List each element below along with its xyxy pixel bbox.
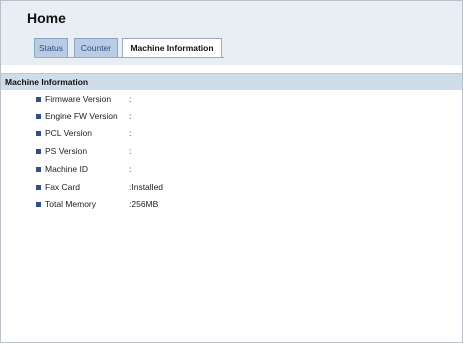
info-label: Total Memory [45, 199, 97, 209]
tab-machine-information[interactable]: Machine Information [122, 38, 222, 58]
info-value: :256MB [129, 199, 159, 209]
info-row-engine-fw-version: Engine FW Version : [36, 110, 336, 126]
tab-status[interactable]: Status [34, 38, 68, 57]
page-title: Home [27, 10, 66, 26]
info-label: Machine ID [45, 164, 88, 174]
square-bullet-icon [36, 202, 41, 207]
square-bullet-icon [36, 114, 41, 119]
page-header: Home Status Counter Machine Information [1, 1, 462, 65]
square-bullet-icon [36, 131, 41, 136]
info-value: :Installed [129, 182, 164, 192]
info-label: PCL Version [45, 128, 92, 138]
tab-underline [34, 57, 224, 58]
info-row-pcl-version: PCL Version : [36, 127, 336, 143]
info-row-ps-version: PS Version : [36, 145, 336, 161]
info-value: : [129, 94, 132, 104]
square-bullet-icon [36, 149, 41, 154]
info-value: : [129, 111, 132, 121]
square-bullet-icon [36, 167, 41, 172]
info-row-firmware-version: Firmware Version : [36, 93, 336, 109]
info-label: Fax Card [45, 182, 80, 192]
info-row-total-memory: Total Memory :256MB [36, 198, 336, 214]
info-value: : [129, 164, 132, 174]
page-frame: Home Status Counter Machine Information … [0, 0, 463, 343]
info-row-machine-id: Machine ID : [36, 163, 336, 179]
info-label: Engine FW Version [45, 111, 118, 121]
info-label: Firmware Version [45, 94, 112, 104]
info-row-fax-card: Fax Card :Installed [36, 181, 336, 197]
info-value: : [129, 146, 132, 156]
square-bullet-icon [36, 97, 41, 102]
info-label: PS Version [45, 146, 88, 156]
section-header: Machine Information [1, 73, 462, 90]
tab-counter[interactable]: Counter [74, 38, 118, 57]
section-title: Machine Information [5, 77, 89, 87]
info-value: : [129, 128, 132, 138]
square-bullet-icon [36, 185, 41, 190]
